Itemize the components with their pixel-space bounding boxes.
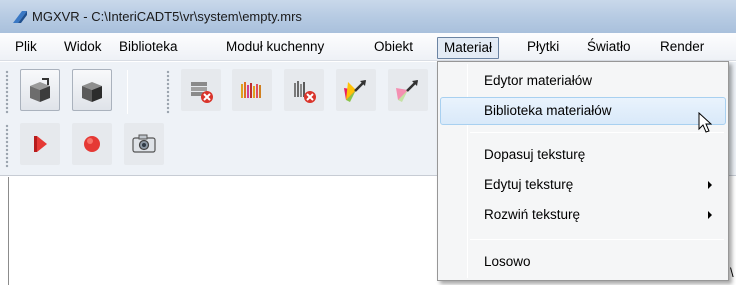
stripes-delete-icon (294, 81, 316, 103)
toolbar-separator (127, 70, 128, 114)
export-box-button[interactable] (20, 69, 60, 111)
menu-item-edytuj-teksture[interactable]: Edytuj teksturę (440, 171, 726, 199)
stray-glyph: \ (730, 265, 734, 280)
material-dropdown-menu: Edytor materiałów Biblioteka materiałów … (437, 61, 729, 281)
menu-swiatlo[interactable]: Światło (581, 37, 637, 59)
palette-arrow-button[interactable] (336, 69, 376, 111)
menu-item-edytor-materialow[interactable]: Edytor materiałów (440, 67, 726, 95)
brick-delete-icon (191, 82, 213, 103)
menu-modul-kuchenny[interactable]: Moduł kuchenny (220, 37, 330, 59)
menu-biblioteka[interactable]: Biblioteka (113, 37, 184, 59)
menu-material[interactable]: Materiał (437, 37, 500, 59)
menu-separator (470, 132, 724, 133)
menu-item-label: Rozwiń teksturę (484, 207, 581, 222)
palette-arrow-icon (344, 80, 366, 102)
menu-item-losowo[interactable]: Losowo (440, 248, 726, 276)
menu-item-label: Edytuj teksturę (484, 177, 574, 192)
camera-button[interactable] (124, 123, 164, 165)
menu-item-dopasuj-teksture[interactable]: Dopasuj teksturę (440, 141, 726, 169)
menu-plytki[interactable]: Płytki (521, 37, 565, 59)
menu-item-biblioteka-materialow[interactable]: Biblioteka materiałów (440, 97, 726, 125)
camera-icon (132, 134, 156, 153)
play-button[interactable] (20, 123, 60, 165)
menu-item-rozwin-teksture[interactable]: Rozwiń teksturę (440, 201, 726, 229)
submenu-arrow-icon (708, 211, 712, 219)
stripes-delete-button[interactable] (284, 69, 324, 111)
toolbar-grip[interactable] (166, 70, 170, 114)
palette-arrow-2-button[interactable] (388, 69, 428, 111)
toolbar-grip[interactable] (5, 70, 9, 114)
play-icon (34, 136, 47, 152)
export-box-icon (30, 78, 50, 102)
workspace-border (8, 177, 9, 285)
menu-obiekt[interactable]: Obiekt (368, 37, 419, 59)
palette-arrow-2-icon (396, 80, 418, 102)
solid-box-icon (82, 82, 102, 102)
submenu-arrow-icon (708, 181, 712, 189)
mouse-cursor-icon (698, 112, 712, 133)
record-button[interactable] (72, 123, 112, 165)
menu-bar: Plik Widok Biblioteka Moduł kuchenny Obi… (0, 33, 736, 61)
window-title: MGXVR - C:\InteriCADT5\vr\system\empty.m… (32, 9, 302, 24)
record-icon (84, 136, 100, 152)
menu-widok[interactable]: Widok (58, 37, 108, 59)
app-icon (13, 11, 27, 23)
color-stripes-icon (241, 82, 261, 98)
menu-separator (470, 239, 724, 240)
brick-delete-button[interactable] (181, 69, 221, 111)
menu-plik[interactable]: Plik (9, 37, 43, 59)
toolbar-grip[interactable] (5, 124, 9, 168)
menu-render[interactable]: Render (654, 37, 710, 59)
solid-box-button[interactable] (72, 69, 112, 111)
color-stripes-button[interactable] (232, 69, 272, 111)
title-bar: MGXVR - C:\InteriCADT5\vr\system\empty.m… (0, 0, 736, 33)
